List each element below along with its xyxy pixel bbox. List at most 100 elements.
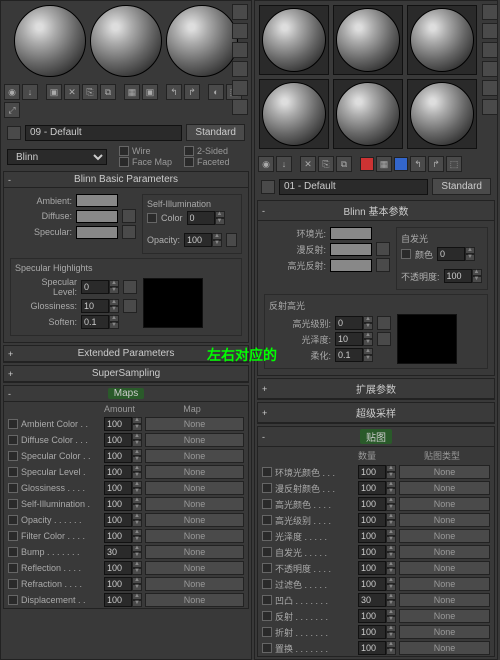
map-slot-button[interactable]: None xyxy=(399,593,490,607)
map-slot-button[interactable]: None xyxy=(145,481,244,495)
specular-map-btn[interactable] xyxy=(122,225,136,239)
map-checkbox[interactable] xyxy=(262,499,272,509)
spin-up[interactable]: ▲ xyxy=(215,211,225,218)
diffuse-map-btn[interactable] xyxy=(376,242,390,256)
spin-down[interactable]: ▼ xyxy=(386,632,396,639)
spin-up[interactable]: ▲ xyxy=(132,545,142,552)
map-amount-spinner[interactable] xyxy=(104,497,132,511)
spec-level-spinner[interactable] xyxy=(81,280,109,294)
spin-up[interactable]: ▲ xyxy=(386,641,396,648)
map-slot-button[interactable]: None xyxy=(399,481,490,495)
spin-down[interactable]: ▼ xyxy=(386,488,396,495)
sample-sphere[interactable] xyxy=(262,82,326,146)
copy-icon[interactable]: ⎘ xyxy=(318,156,334,172)
soften-spinner[interactable] xyxy=(335,348,363,362)
spin-down[interactable]: ▼ xyxy=(132,488,142,495)
spin-up[interactable]: ▲ xyxy=(132,481,142,488)
sample-sphere[interactable] xyxy=(410,82,474,146)
map-slot-button[interactable]: None xyxy=(399,545,490,559)
map-slot-button[interactable]: None xyxy=(399,513,490,527)
clone-icon[interactable]: ⧉ xyxy=(336,156,352,172)
spin-down[interactable]: ▼ xyxy=(472,276,482,283)
map-amount-spinner[interactable] xyxy=(358,481,386,495)
map-slot-button[interactable]: None xyxy=(145,497,244,511)
sample-type-icon[interactable] xyxy=(232,4,248,20)
map-amount-spinner[interactable] xyxy=(358,545,386,559)
reset-icon[interactable]: ✕ xyxy=(300,156,316,172)
opacity-spinner[interactable] xyxy=(184,233,212,247)
sample-uv-icon[interactable] xyxy=(482,61,498,77)
specular-color[interactable] xyxy=(330,259,372,272)
spin-down[interactable]: ▼ xyxy=(386,552,396,559)
reset-icon[interactable]: ✕ xyxy=(64,84,80,100)
map-slot-button[interactable]: None xyxy=(399,609,490,623)
diffuse-color[interactable] xyxy=(76,210,118,223)
spin-down[interactable]: ▼ xyxy=(132,472,142,479)
map-amount-spinner[interactable] xyxy=(104,529,132,543)
map-amount-spinner[interactable] xyxy=(358,497,386,511)
show-map-icon[interactable]: ▦ xyxy=(124,84,140,100)
sample-uv-icon[interactable] xyxy=(232,61,248,77)
spin-up[interactable]: ▲ xyxy=(132,417,142,424)
map-checkbox[interactable] xyxy=(8,419,18,429)
map-checkbox[interactable] xyxy=(262,467,272,477)
spin-down[interactable]: ▼ xyxy=(363,323,373,330)
map-checkbox[interactable] xyxy=(8,563,18,573)
sample-sphere[interactable] xyxy=(166,5,238,77)
spin-up[interactable]: ▲ xyxy=(386,497,396,504)
spin-down[interactable]: ▼ xyxy=(386,472,396,479)
map-amount-spinner[interactable] xyxy=(358,577,386,591)
material-name-input[interactable] xyxy=(279,179,428,195)
specular-map-btn[interactable] xyxy=(376,258,390,272)
clone-icon[interactable]: ⧉ xyxy=(100,84,116,100)
maps-header[interactable]: -贴图 xyxy=(258,427,494,447)
spin-up[interactable]: ▲ xyxy=(109,299,119,306)
spin-down[interactable]: ▼ xyxy=(132,552,142,559)
map-slot-button[interactable]: None xyxy=(399,577,490,591)
spin-up[interactable]: ▲ xyxy=(363,348,373,355)
spin-down[interactable]: ▼ xyxy=(386,584,396,591)
sample-sphere[interactable] xyxy=(14,5,86,77)
options-icon[interactable] xyxy=(232,99,248,115)
map-amount-spinner[interactable] xyxy=(104,481,132,495)
map-slot-button[interactable]: None xyxy=(399,465,490,479)
color-checkbox[interactable] xyxy=(401,249,411,259)
spin-down[interactable]: ▼ xyxy=(132,424,142,431)
eyedropper-icon[interactable] xyxy=(7,126,21,140)
map-amount-spinner[interactable] xyxy=(104,417,132,431)
video-check-icon[interactable] xyxy=(482,80,498,96)
map-amount-spinner[interactable] xyxy=(104,449,132,463)
put-to-scene-icon[interactable]: ↓ xyxy=(22,84,38,100)
spin-up[interactable]: ▲ xyxy=(386,625,396,632)
spin-down[interactable]: ▼ xyxy=(132,568,142,575)
spin-up[interactable]: ▲ xyxy=(132,577,142,584)
color-spinner[interactable] xyxy=(187,211,215,225)
spin-up[interactable]: ▲ xyxy=(363,332,373,339)
map-checkbox[interactable] xyxy=(262,643,272,653)
map-slot-button[interactable]: None xyxy=(145,561,244,575)
map-checkbox[interactable] xyxy=(262,579,272,589)
map-checkbox[interactable] xyxy=(8,515,18,525)
map-checkbox[interactable] xyxy=(8,595,18,605)
map-amount-spinner[interactable] xyxy=(104,593,132,607)
map-amount-spinner[interactable] xyxy=(358,625,386,639)
spin-up[interactable]: ▲ xyxy=(386,481,396,488)
diffuse-color[interactable] xyxy=(330,243,372,256)
spin-down[interactable]: ▼ xyxy=(215,218,225,225)
supersampling-header[interactable]: +SuperSampling xyxy=(4,366,248,382)
background-icon[interactable] xyxy=(482,42,498,58)
nav-icon[interactable]: ↰ xyxy=(410,156,426,172)
spin-down[interactable]: ▼ xyxy=(363,355,373,362)
map-amount-spinner[interactable] xyxy=(358,641,386,655)
go-sibling-icon[interactable]: ↱ xyxy=(184,84,200,100)
map-slot-button[interactable]: None xyxy=(399,497,490,511)
map-amount-spinner[interactable] xyxy=(358,609,386,623)
map-checkbox[interactable] xyxy=(8,483,18,493)
spin-up[interactable]: ▲ xyxy=(132,561,142,568)
spin-down[interactable]: ▼ xyxy=(386,600,396,607)
map-checkbox[interactable] xyxy=(262,547,272,557)
map-checkbox[interactable] xyxy=(8,579,18,589)
map-amount-spinner[interactable] xyxy=(358,529,386,543)
spin-up[interactable]: ▲ xyxy=(212,233,222,240)
spin-up[interactable]: ▲ xyxy=(465,247,475,254)
